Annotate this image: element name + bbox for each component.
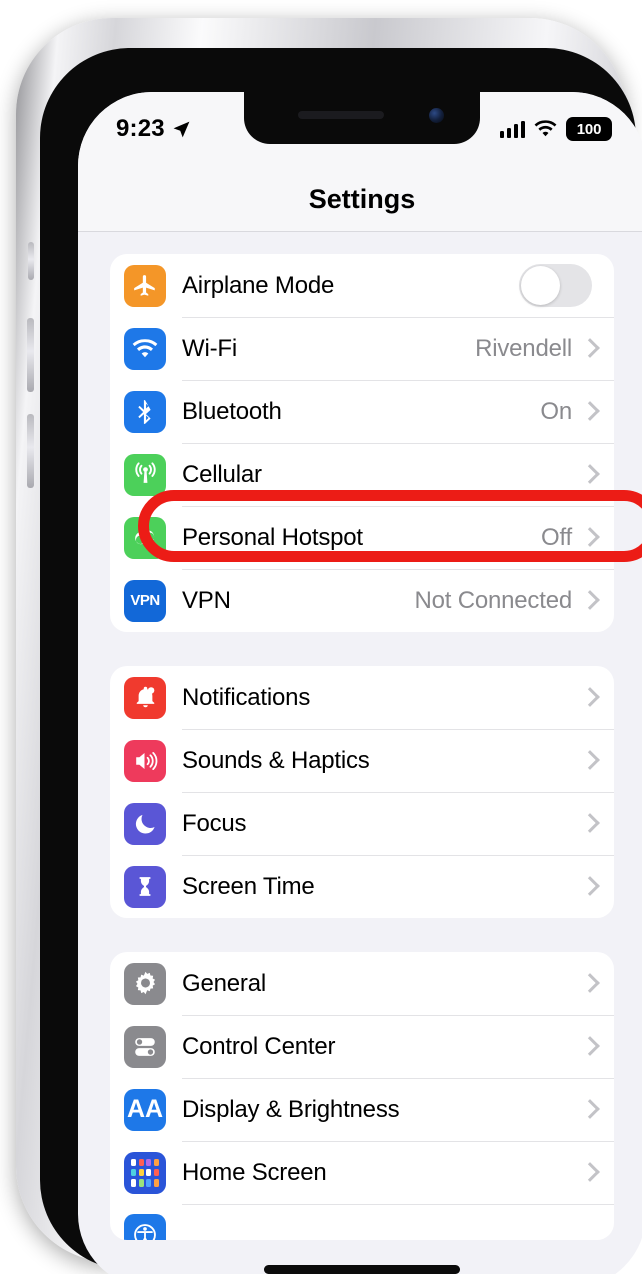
sounds-speaker-icon xyxy=(124,739,166,782)
settings-row-value: Off xyxy=(541,523,572,551)
accessibility-icon xyxy=(124,1214,166,1240)
settings-row-label: Wi-Fi xyxy=(182,334,237,362)
home-screen-grid-icon xyxy=(124,1151,166,1194)
chevron-right-icon xyxy=(583,465,594,484)
settings-row-wifi[interactable]: Wi-Fi Rivendell xyxy=(110,317,614,380)
control-center-toggles-icon xyxy=(124,1025,166,1068)
status-time: 9:23 xyxy=(116,115,165,142)
notch xyxy=(244,92,480,144)
settings-row-accessibility[interactable] xyxy=(110,1204,614,1240)
chevron-right-icon xyxy=(583,528,594,547)
personal-hotspot-icon xyxy=(124,516,166,559)
volume-down-button[interactable] xyxy=(27,414,34,488)
screen-time-hourglass-icon xyxy=(124,865,166,908)
front-camera-icon xyxy=(429,108,444,123)
phone-frame: Settings 9:23 100 Airplane Mode Wi-Fi Ri… xyxy=(16,18,642,1274)
home-screen-grid-dots xyxy=(124,1152,166,1194)
settings-row-personal-hotspot[interactable]: Personal Hotspot Off xyxy=(110,506,614,569)
phone-body: Settings 9:23 100 Airplane Mode Wi-Fi Ri… xyxy=(40,48,642,1274)
settings-row-label: Airplane Mode xyxy=(182,271,335,299)
settings-row-value: Not Connected xyxy=(414,586,572,614)
settings-row-general[interactable]: General xyxy=(110,952,614,1015)
chevron-right-icon xyxy=(583,1163,594,1182)
settings-row-label: Home Screen xyxy=(182,1158,327,1186)
settings-row-label: Sounds & Haptics xyxy=(182,746,370,774)
settings-row-label: General xyxy=(182,969,266,997)
chevron-right-icon xyxy=(583,1037,594,1056)
chevron-right-icon xyxy=(583,974,594,993)
settings-row-home-screen[interactable]: Home Screen xyxy=(110,1141,614,1204)
screenshot-stage: Settings 9:23 100 Airplane Mode Wi-Fi Ri… xyxy=(0,0,642,1274)
battery-indicator: 100 xyxy=(566,117,612,141)
chevron-right-icon xyxy=(583,339,594,358)
settings-group-connectivity: Airplane Mode Wi-Fi Rivendell Bluetooth … xyxy=(110,254,614,632)
settings-row-label: Notifications xyxy=(182,683,311,711)
notifications-bell-icon xyxy=(124,676,166,719)
settings-row-airplane-mode[interactable]: Airplane Mode xyxy=(110,254,614,317)
volume-up-button[interactable] xyxy=(27,318,34,392)
settings-row-label: Screen Time xyxy=(182,872,315,900)
earpiece-speaker-icon xyxy=(298,111,384,119)
chevron-right-icon xyxy=(583,402,594,421)
location-arrow-icon xyxy=(172,120,191,139)
chevron-right-icon xyxy=(583,688,594,707)
airplane-mode-toggle[interactable] xyxy=(519,264,592,307)
general-gear-icon xyxy=(124,962,166,1005)
settings-row-label: Personal Hotspot xyxy=(182,523,363,551)
chevron-right-icon xyxy=(583,814,594,833)
settings-row-cellular[interactable]: Cellular xyxy=(110,443,614,506)
settings-row-label: VPN xyxy=(182,586,231,614)
settings-row-bluetooth[interactable]: Bluetooth On xyxy=(110,380,614,443)
settings-row-label: Cellular xyxy=(182,460,262,488)
chevron-right-icon xyxy=(583,877,594,896)
settings-row-value: On xyxy=(540,397,572,425)
page-title: Settings xyxy=(308,184,416,214)
focus-moon-icon xyxy=(124,802,166,845)
chevron-right-icon xyxy=(583,591,594,610)
wifi-icon xyxy=(124,327,166,370)
settings-row-label: Display & Brightness xyxy=(182,1095,400,1123)
settings-row-sounds-haptics[interactable]: Sounds & Haptics xyxy=(110,729,614,792)
settings-row-vpn[interactable]: VPN VPN Not Connected xyxy=(110,569,614,632)
vpn-icon-text: VPN xyxy=(130,592,160,609)
aa-icon-text: AA xyxy=(126,1095,164,1123)
wifi-icon xyxy=(534,120,557,138)
settings-list[interactable]: Airplane Mode Wi-Fi Rivendell Bluetooth … xyxy=(78,233,642,1274)
settings-row-label: Bluetooth xyxy=(182,397,282,425)
cellular-antenna-icon xyxy=(124,453,166,496)
chevron-right-icon xyxy=(583,1100,594,1119)
chevron-right-icon xyxy=(583,751,594,770)
settings-row-notifications[interactable]: Notifications xyxy=(110,666,614,729)
display-brightness-aa-icon: AA xyxy=(124,1088,166,1131)
settings-row-control-center[interactable]: Control Center xyxy=(110,1015,614,1078)
bluetooth-icon xyxy=(124,390,166,433)
settings-row-screen-time[interactable]: Screen Time xyxy=(110,855,614,918)
toggle-knob xyxy=(521,266,560,305)
mute-switch-button[interactable] xyxy=(28,242,34,280)
settings-group-alerts: Notifications Sounds & Haptics Focus Scr… xyxy=(110,666,614,918)
settings-group-system: General Control Center AA Display & Brig… xyxy=(110,952,614,1240)
settings-row-display-brightness[interactable]: AA Display & Brightness xyxy=(110,1078,614,1141)
settings-row-label: Control Center xyxy=(182,1032,336,1060)
settings-row-label: Focus xyxy=(182,809,247,837)
home-indicator[interactable] xyxy=(264,1265,460,1274)
phone-screen: Settings 9:23 100 Airplane Mode Wi-Fi Ri… xyxy=(78,92,642,1274)
settings-row-value: Rivendell xyxy=(475,334,572,362)
airplane-icon xyxy=(124,264,166,307)
status-bar-right: 100 xyxy=(499,117,612,141)
vpn-icon: VPN xyxy=(124,579,166,622)
status-bar-left: 9:23 xyxy=(116,115,191,143)
settings-row-focus[interactable]: Focus xyxy=(110,792,614,855)
cellular-signal-icon xyxy=(499,120,525,138)
